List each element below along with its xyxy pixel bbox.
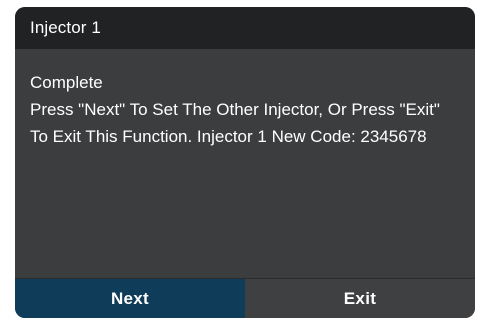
dialog-body: Complete Press "Next" To Set The Other I… (15, 49, 475, 279)
dialog-footer: Next Exit (15, 278, 475, 318)
message-text: Press "Next" To Set The Other Injector, … (30, 100, 440, 146)
next-button[interactable]: Next (15, 279, 245, 318)
dialog-title: Injector 1 (30, 18, 101, 37)
status-text: Complete (30, 73, 103, 92)
exit-button[interactable]: Exit (245, 279, 475, 318)
injector-dialog: Injector 1 Complete Press "Next" To Set … (15, 7, 475, 318)
dialog-title-bar: Injector 1 (15, 7, 475, 49)
